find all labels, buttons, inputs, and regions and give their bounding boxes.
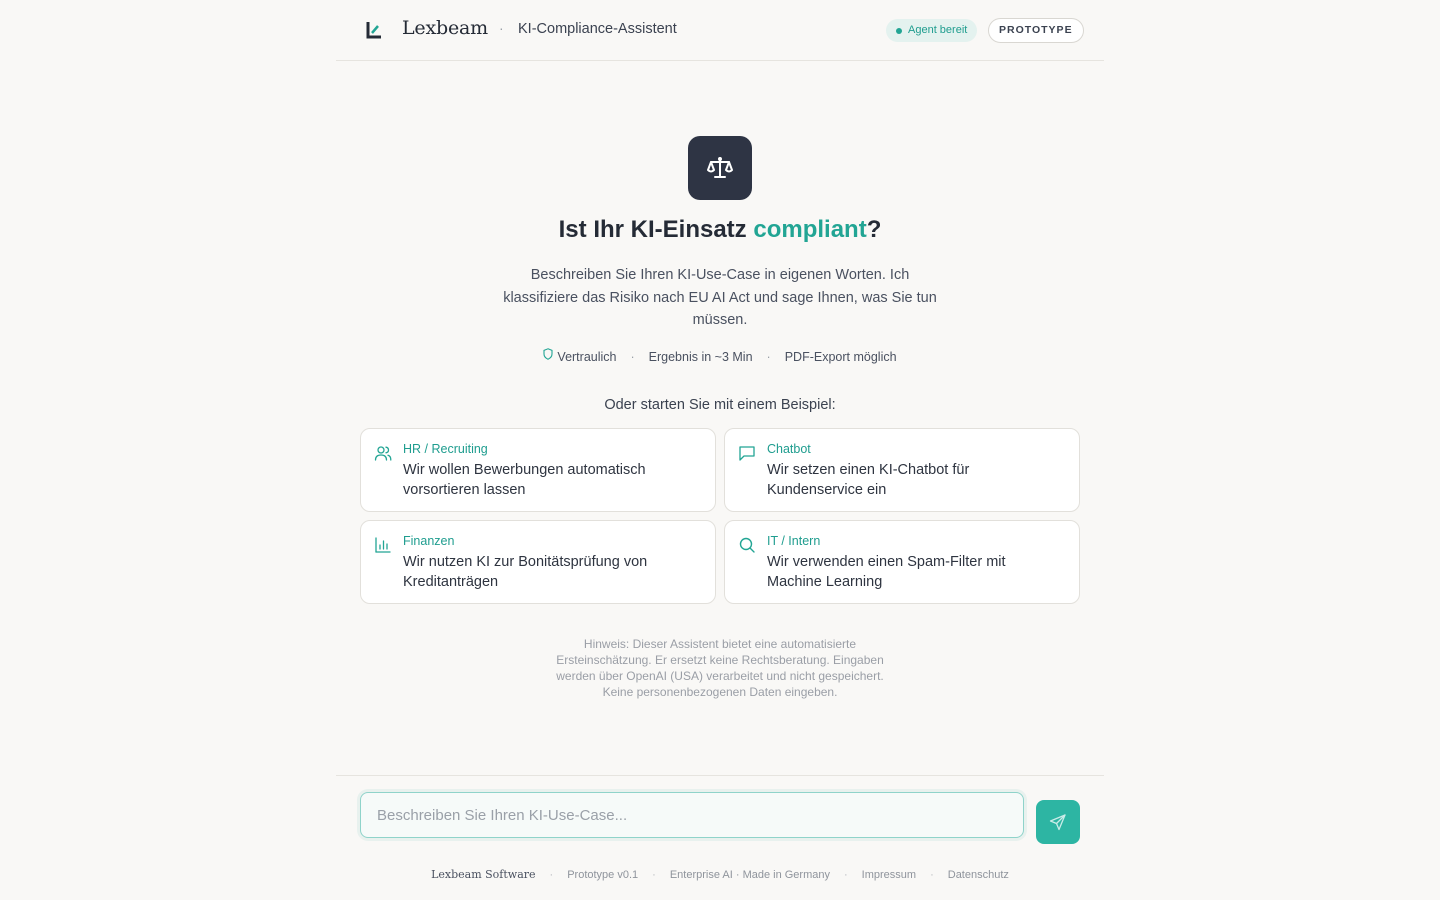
use-case-input[interactable] xyxy=(360,792,1024,838)
card-text: Wir setzen einen KI-Chatbot für Kundense… xyxy=(767,462,970,498)
card-text: Wir nutzen KI zur Bonitätsprüfung von Kr… xyxy=(403,554,648,590)
example-card-hr[interactable]: HR / Recruiting Wir wollen Bewerbungen a… xyxy=(360,428,716,512)
shield-icon xyxy=(543,348,553,360)
app-header: Lexbeam · KI-Compliance-Assistent Agent … xyxy=(336,0,1104,61)
app-title: KI-Compliance-Assistent xyxy=(518,21,677,37)
footer-separator: · xyxy=(930,868,934,881)
footer-separator: · xyxy=(652,868,656,881)
meta-separator: · xyxy=(766,349,771,364)
status-dot-icon xyxy=(896,28,902,34)
input-divider xyxy=(336,775,1104,776)
footer-separator: · xyxy=(549,868,554,881)
footer-tagline: Enterprise AI · Made in Germany xyxy=(669,868,830,881)
scale-icon-tile xyxy=(688,136,752,200)
meta-separator: · xyxy=(630,349,635,364)
footer-separator: · xyxy=(844,868,848,881)
hero-description: Beschreiben Sie Ihren KI-Use-Case in eig… xyxy=(503,267,937,328)
send-icon xyxy=(1049,814,1066,831)
scale-icon xyxy=(707,157,733,178)
chat-icon xyxy=(739,446,755,461)
footer-impressum-link[interactable]: Impressum xyxy=(862,869,916,881)
card-text: Wir wollen Bewerbungen automatisch vorso… xyxy=(403,462,646,498)
card-category: Chatbot xyxy=(767,442,811,456)
app-footer: Lexbeam Software · Prototype v0.1 · Enterpri… xyxy=(0,868,1440,881)
send-button[interactable] xyxy=(1036,800,1080,844)
footer-version: Prototype v0.1 xyxy=(567,868,639,881)
brand-name[interactable]: Lexbeam xyxy=(402,17,488,39)
page-title: Ist Ihr KI-Einsatz compliant? xyxy=(0,216,1440,244)
agent-status-badge: Agent bereit xyxy=(886,19,978,42)
card-category: HR / Recruiting xyxy=(403,442,488,456)
meta-duration: Ergebnis in ~3 Min xyxy=(648,349,753,364)
example-card-it[interactable]: IT / Intern Wir verwenden einen Spam-Fil… xyxy=(724,520,1080,604)
examples-label: Oder starten Sie mit einem Beispiel: xyxy=(604,397,836,413)
title-accent: compliant xyxy=(753,216,867,243)
users-icon xyxy=(374,446,392,461)
lexbeam-logo-icon[interactable] xyxy=(366,21,382,39)
meta-pdf-export: PDF-Export möglich xyxy=(784,349,897,364)
prototype-badge: PROTOTYPE xyxy=(988,18,1084,43)
card-category: IT / Intern xyxy=(767,534,821,548)
feature-meta-row: Vertraulich · Ergebnis in ~3 Min · PDF-Expor… xyxy=(0,348,1440,364)
meta-confidential: Vertraulich xyxy=(557,349,617,364)
example-card-chatbot[interactable]: Chatbot Wir setzen einen KI-Chatbot für … xyxy=(724,428,1080,512)
example-card-finance[interactable]: Finanzen Wir nutzen KI zur Bonitätsprüfu… xyxy=(360,520,716,604)
header-separator: · xyxy=(499,20,504,36)
footer-brand: Lexbeam Software xyxy=(431,868,536,881)
agent-status-label: Agent bereit xyxy=(908,24,968,36)
title-suffix: ? xyxy=(866,216,882,243)
bar-chart-icon xyxy=(375,537,391,553)
card-text: Wir verwenden einen Spam-Filter mit Mach… xyxy=(767,554,1006,590)
card-category: Finanzen xyxy=(403,534,455,548)
footer-datenschutz-link[interactable]: Datenschutz xyxy=(948,869,1009,881)
search-icon xyxy=(739,537,755,553)
title-prefix: Ist Ihr KI-Einsatz xyxy=(558,216,754,243)
disclaimer-note: Hinweis: Dieser Assistent bietet eine au… xyxy=(556,637,884,699)
